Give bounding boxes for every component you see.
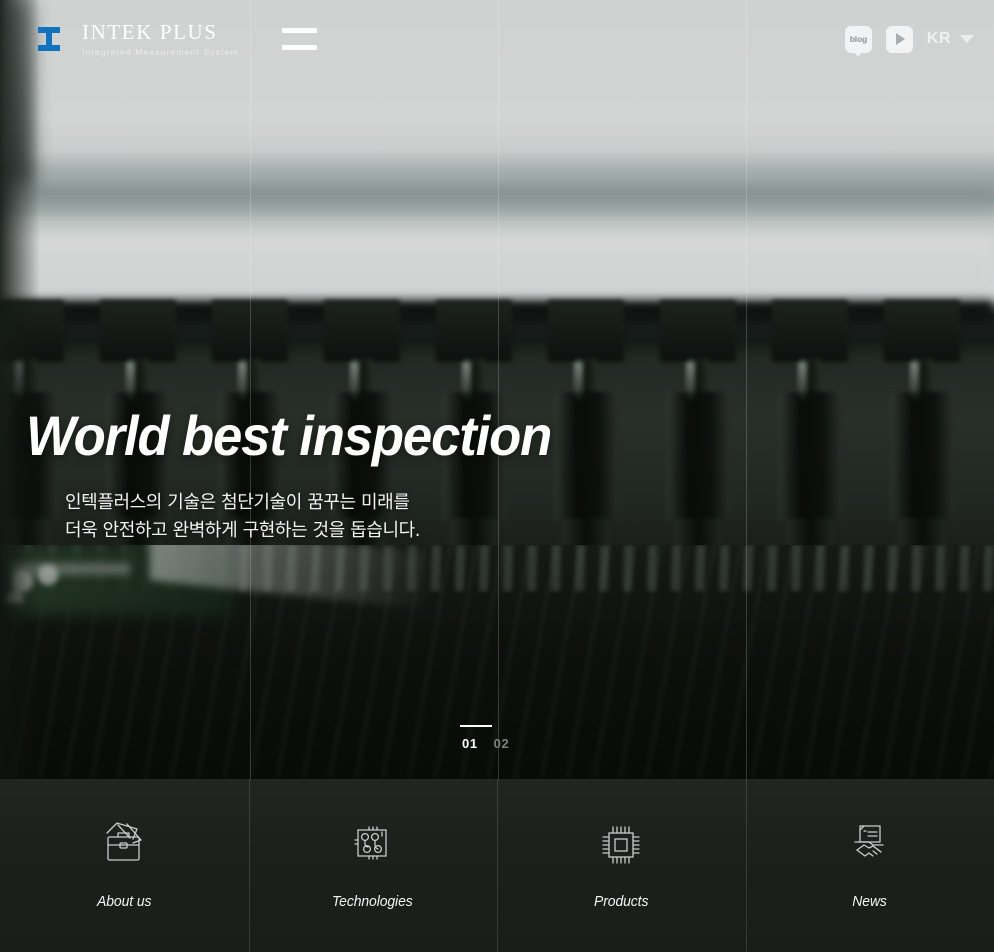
quick-navigation: About us Technologies Products News (0, 779, 994, 952)
slide-indicator-01[interactable]: 01 (460, 725, 492, 751)
quicknav-label: Technologies (332, 893, 414, 910)
youtube-play-icon[interactable] (885, 25, 913, 53)
quicknav-item-news[interactable]: News (745, 779, 994, 952)
handshake-document-icon (842, 817, 898, 869)
blog-icon[interactable]: blog (844, 25, 872, 53)
site-logo[interactable]: INTEK PLUS Integrated Measurement System (26, 13, 239, 65)
language-selector[interactable]: KR (927, 30, 974, 48)
hero-headline: World best inspection (26, 404, 552, 467)
hero-section: INTEK PLUS Integrated Measurement System… (0, 0, 994, 779)
hero-background-image (0, 0, 994, 779)
quicknav-item-about-us[interactable]: About us (0, 779, 249, 952)
intek-wave-i-icon (26, 13, 72, 65)
homepage: INTEK PLUS Integrated Measurement System… (0, 0, 994, 952)
quicknav-label: News (852, 893, 887, 910)
hero-subcopy-line-1: 인텍플러스의 기술은 첨단기술이 꿈꾸는 미래를 (65, 492, 410, 513)
quicknav-label: About us (97, 893, 152, 910)
slide-indicator-02[interactable]: 02 (494, 725, 510, 751)
slide-pagination: 01 02 (460, 725, 510, 751)
hero-copy: World best inspection 인텍플러스의 기술은 첨단기술이 꿈… (26, 408, 585, 546)
chevron-down-icon (960, 35, 974, 43)
header-utilities: blog KR (844, 25, 974, 53)
hero-subcopy-line-2: 더욱 안전하고 완벽하게 구현하는 것을 돕습니다. (65, 520, 421, 542)
briefcase-documents-icon (96, 817, 152, 869)
logo-tagline: Integrated Measurement System (82, 46, 239, 57)
quicknav-label: Products (594, 893, 649, 910)
circuit-board-icon (345, 817, 401, 869)
quicknav-item-technologies[interactable]: Technologies (248, 779, 498, 952)
logo-name: INTEK PLUS (82, 19, 218, 44)
blog-icon-label: blog (849, 34, 867, 44)
cpu-chip-icon (593, 817, 649, 869)
language-selected: KR (926, 30, 951, 47)
hamburger-menu-icon[interactable] (281, 28, 317, 50)
quicknav-item-products[interactable]: Products (497, 779, 746, 952)
site-header: INTEK PLUS Integrated Measurement System… (0, 0, 994, 78)
hero-subcopy: 인텍플러스의 기술은 첨단기술이 꿈꾸는 미래를 더욱 안전하고 완벽하게 구현… (65, 489, 585, 546)
